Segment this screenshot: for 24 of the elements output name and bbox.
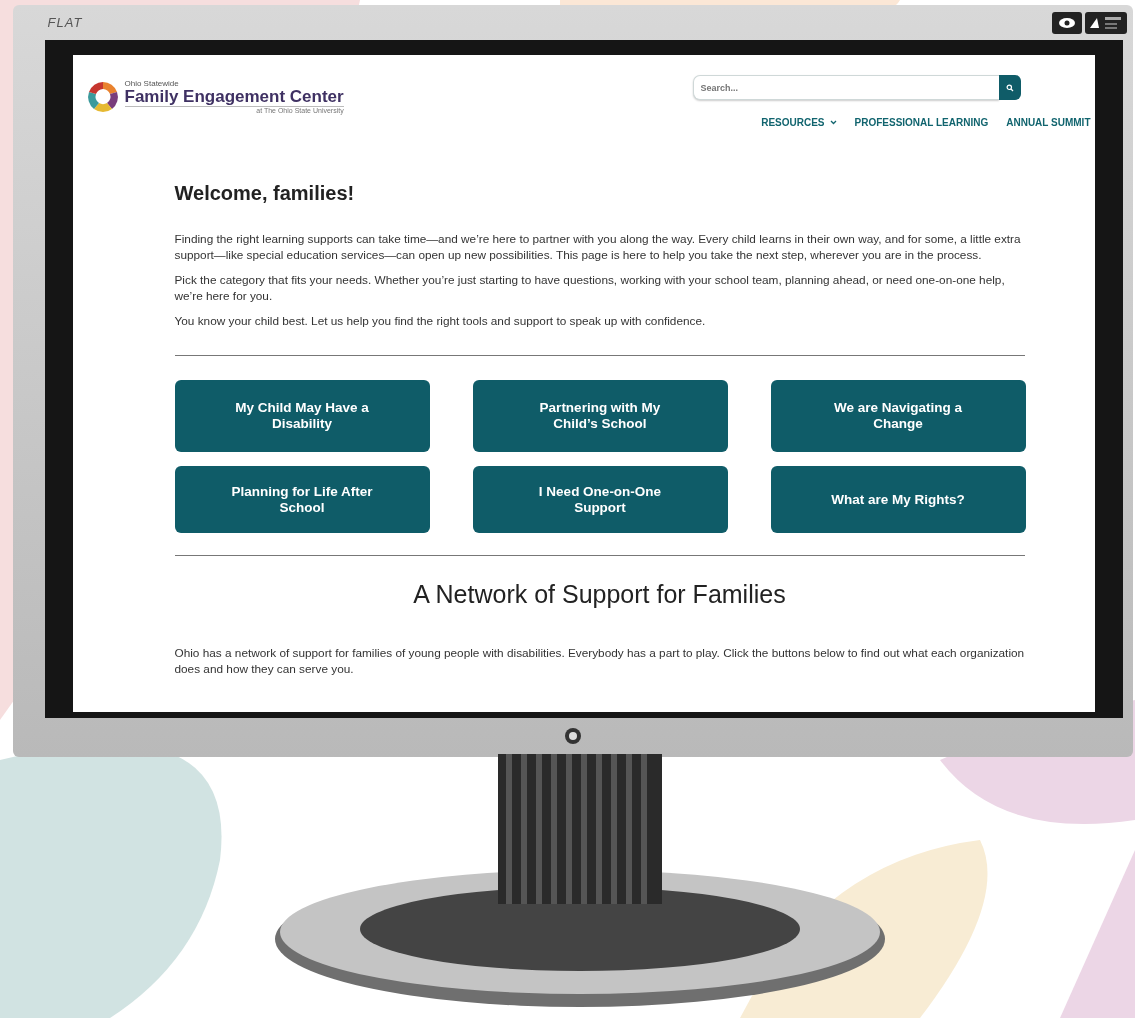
search-field[interactable]: Search... xyxy=(692,75,999,100)
page-heading: Welcome, families! xyxy=(174,182,356,205)
search-icon xyxy=(1005,83,1014,92)
category-button[interactable]: What are My Rights? xyxy=(770,466,1026,533)
energy-label-icon xyxy=(1084,11,1127,34)
category-button[interactable]: Partnering with My Child’s School xyxy=(472,380,728,452)
logo-tagline: Ohio Statewide xyxy=(124,79,180,88)
category-button[interactable]: I Need One-on-One Support xyxy=(472,466,728,533)
nav-link[interactable]: ANNUAL SUMMIT xyxy=(1006,117,1091,128)
eye-icon xyxy=(1051,11,1082,34)
nav-link[interactable]: RESOURCES xyxy=(761,117,837,128)
section-heading: A Network of Support for Families xyxy=(412,580,787,609)
intro-paragraph: Pick the category that fits your needs. Whether you’re just starting to have questions, working with your school team, planning ahead, or need one-on-one help, we’re here for you. xyxy=(174,272,1006,304)
webcam-icon xyxy=(563,727,582,745)
section-paragraph: Ohio has a network of support for families of young people with disabilities. Everybody has a part to play. Click the buttons below to find out what each organization does and how they can serve you. xyxy=(174,645,1025,677)
nav-link[interactable]: PROFESSIONAL LEARNING xyxy=(854,117,989,128)
category-button[interactable]: My Child May Have a Disability xyxy=(174,380,430,452)
search-button[interactable] xyxy=(998,75,1021,100)
intro-paragraph: Finding the right learning supports can take time—and we’re here to partner with you along the way. Every child learns in their own way, and for some, a little extra support—like special education services—can open up new possibilities. This page is here to help you take the next step, wherever you are in the process. xyxy=(174,231,1022,263)
intro-paragraph: You know your child best. Let us help you find the right tools and support to speak up with confidence. xyxy=(174,313,707,329)
category-button[interactable]: Planning for Life After School xyxy=(174,466,430,533)
monitor-brand: FLAT xyxy=(47,15,83,30)
category-button[interactable]: We are Navigating a Change xyxy=(770,380,1026,452)
logo-name: Family Engagement Center xyxy=(124,88,344,106)
